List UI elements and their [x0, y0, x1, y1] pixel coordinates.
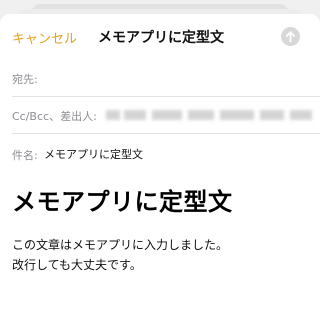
subject-field[interactable]: メモアプリに定型文	[44, 146, 143, 162]
compose-title: メモアプリに定型文	[98, 30, 224, 46]
cancel-button[interactable]: キャンセル	[12, 28, 77, 47]
compose-nav-bar: キャンセル メモアプリに定型文	[0, 14, 320, 60]
body-heading[interactable]: メモアプリに定型文	[12, 182, 233, 217]
message-body[interactable]: この文章はメモアプリに入力しました。 改行しても大丈夫です。	[12, 235, 228, 275]
to-label: 宛先:	[12, 73, 38, 86]
cc-bcc-from-label: Cc/Bcc、差出人:	[12, 110, 97, 123]
send-button[interactable]	[281, 27, 300, 46]
body-line: この文章はメモアプリに入力しました。	[12, 238, 229, 252]
cc-bcc-from-row[interactable]: Cc/Bcc、差出人:	[12, 97, 320, 134]
to-field-row[interactable]: 宛先:	[12, 60, 320, 97]
arrow-up-icon	[285, 31, 296, 43]
body-line: 改行しても大丈夫です。	[12, 258, 142, 272]
subject-row[interactable]: 件名: メモアプリに定型文	[12, 136, 320, 172]
compose-sheet: キャンセル メモアプリに定型文 宛先: Cc/Bcc、差出人: 件名: メモアプ…	[0, 14, 320, 320]
sender-address-redacted	[106, 110, 314, 120]
subject-label: 件名:	[12, 149, 38, 162]
